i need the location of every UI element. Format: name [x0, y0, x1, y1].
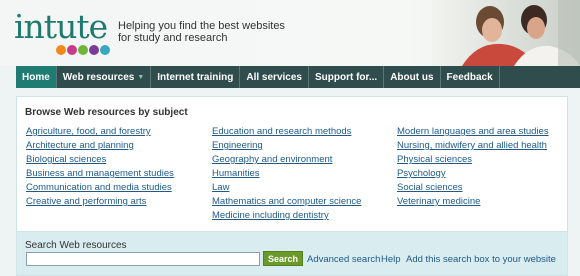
- nav-home[interactable]: Home: [16, 66, 57, 88]
- nav-feedback-label: Feedback: [446, 71, 493, 83]
- site-header: intute Helping you find the best website…: [0, 0, 580, 66]
- nav-all-services-label: All services: [246, 71, 302, 83]
- nav-home-label: Home: [22, 71, 50, 83]
- subject-link[interactable]: Mathematics and computer science: [212, 195, 361, 209]
- nav-web-resources[interactable]: Web resources ▼: [57, 66, 152, 88]
- logo-dots: [56, 45, 110, 55]
- subject-link[interactable]: Biological sciences: [26, 153, 174, 167]
- subject-link[interactable]: Business and management studies: [26, 167, 174, 181]
- subject-link[interactable]: Architecture and planning: [26, 139, 174, 153]
- subject-link[interactable]: Geography and environment: [212, 153, 361, 167]
- subject-column-3: Modern languages and area studies Nursin…: [397, 125, 549, 209]
- header-photo: [432, 0, 580, 66]
- logo-text: intute: [14, 7, 108, 46]
- subject-link[interactable]: Humanities: [212, 167, 361, 181]
- subject-link[interactable]: Communication and media studies: [26, 181, 174, 195]
- search-title: Search Web resources: [25, 240, 127, 251]
- site-tagline: Helping you find the best websites for s…: [118, 20, 285, 44]
- nav-internet-training-label: Internet training: [157, 71, 234, 83]
- subject-link[interactable]: Medicine including dentistry: [212, 209, 361, 223]
- logo-dot-blue: [100, 45, 110, 55]
- search-panel: Search Web resources Search Advanced sea…: [16, 232, 568, 276]
- tagline-line-1: Helping you find the best websites: [118, 20, 285, 32]
- nav-about-us-label: About us: [390, 71, 434, 83]
- add-search-box-link[interactable]: Add this search box to your website: [406, 254, 556, 265]
- subject-link[interactable]: Engineering: [212, 139, 361, 153]
- students-photo-image: [432, 0, 580, 66]
- subject-column-2: Education and research methods Engineeri…: [212, 125, 361, 223]
- logo-dot-orange: [56, 45, 66, 55]
- nav-web-resources-label: Web resources: [62, 71, 135, 83]
- subject-link[interactable]: Agriculture, food, and forestry: [26, 125, 174, 139]
- logo-dot-magenta: [67, 45, 77, 55]
- advanced-search-link[interactable]: Advanced search: [307, 254, 380, 265]
- subject-link[interactable]: Physical sciences: [397, 153, 549, 167]
- dropdown-caret-icon: ▼: [137, 73, 145, 81]
- search-button[interactable]: Search: [263, 251, 303, 266]
- subject-link[interactable]: Veterinary medicine: [397, 195, 549, 209]
- intute-logo[interactable]: intute: [14, 10, 112, 56]
- nav-support-for-label: Support for...: [314, 71, 378, 83]
- nav-all-services[interactable]: All services: [240, 66, 309, 88]
- help-link[interactable]: Help: [381, 254, 401, 265]
- subject-column-1: Agriculture, food, and forestry Architec…: [26, 125, 174, 209]
- nav-internet-training[interactable]: Internet training: [151, 66, 241, 88]
- subject-link[interactable]: Creative and performing arts: [26, 195, 174, 209]
- main-navigation: Home Web resources ▼ Internet training Al…: [16, 66, 580, 88]
- nav-about-us[interactable]: About us: [384, 66, 441, 88]
- browse-title: Browse Web resources by subject: [25, 107, 188, 118]
- subject-link[interactable]: Nursing, midwifery and allied health: [397, 139, 549, 153]
- logo-dot-purple: [89, 45, 99, 55]
- nav-support-for[interactable]: Support for...: [309, 66, 385, 88]
- search-input[interactable]: [26, 252, 260, 266]
- nav-feedback[interactable]: Feedback: [441, 66, 500, 88]
- subject-link[interactable]: Psychology: [397, 167, 549, 181]
- tagline-line-2: for study and research: [118, 32, 228, 44]
- subject-link[interactable]: Modern languages and area studies: [397, 125, 549, 139]
- subject-link[interactable]: Education and research methods: [212, 125, 361, 139]
- subject-link[interactable]: Law: [212, 181, 361, 195]
- browse-subjects-panel: Browse Web resources by subject Agricult…: [16, 96, 568, 232]
- subject-link[interactable]: Social sciences: [397, 181, 549, 195]
- logo-dot-green: [78, 45, 88, 55]
